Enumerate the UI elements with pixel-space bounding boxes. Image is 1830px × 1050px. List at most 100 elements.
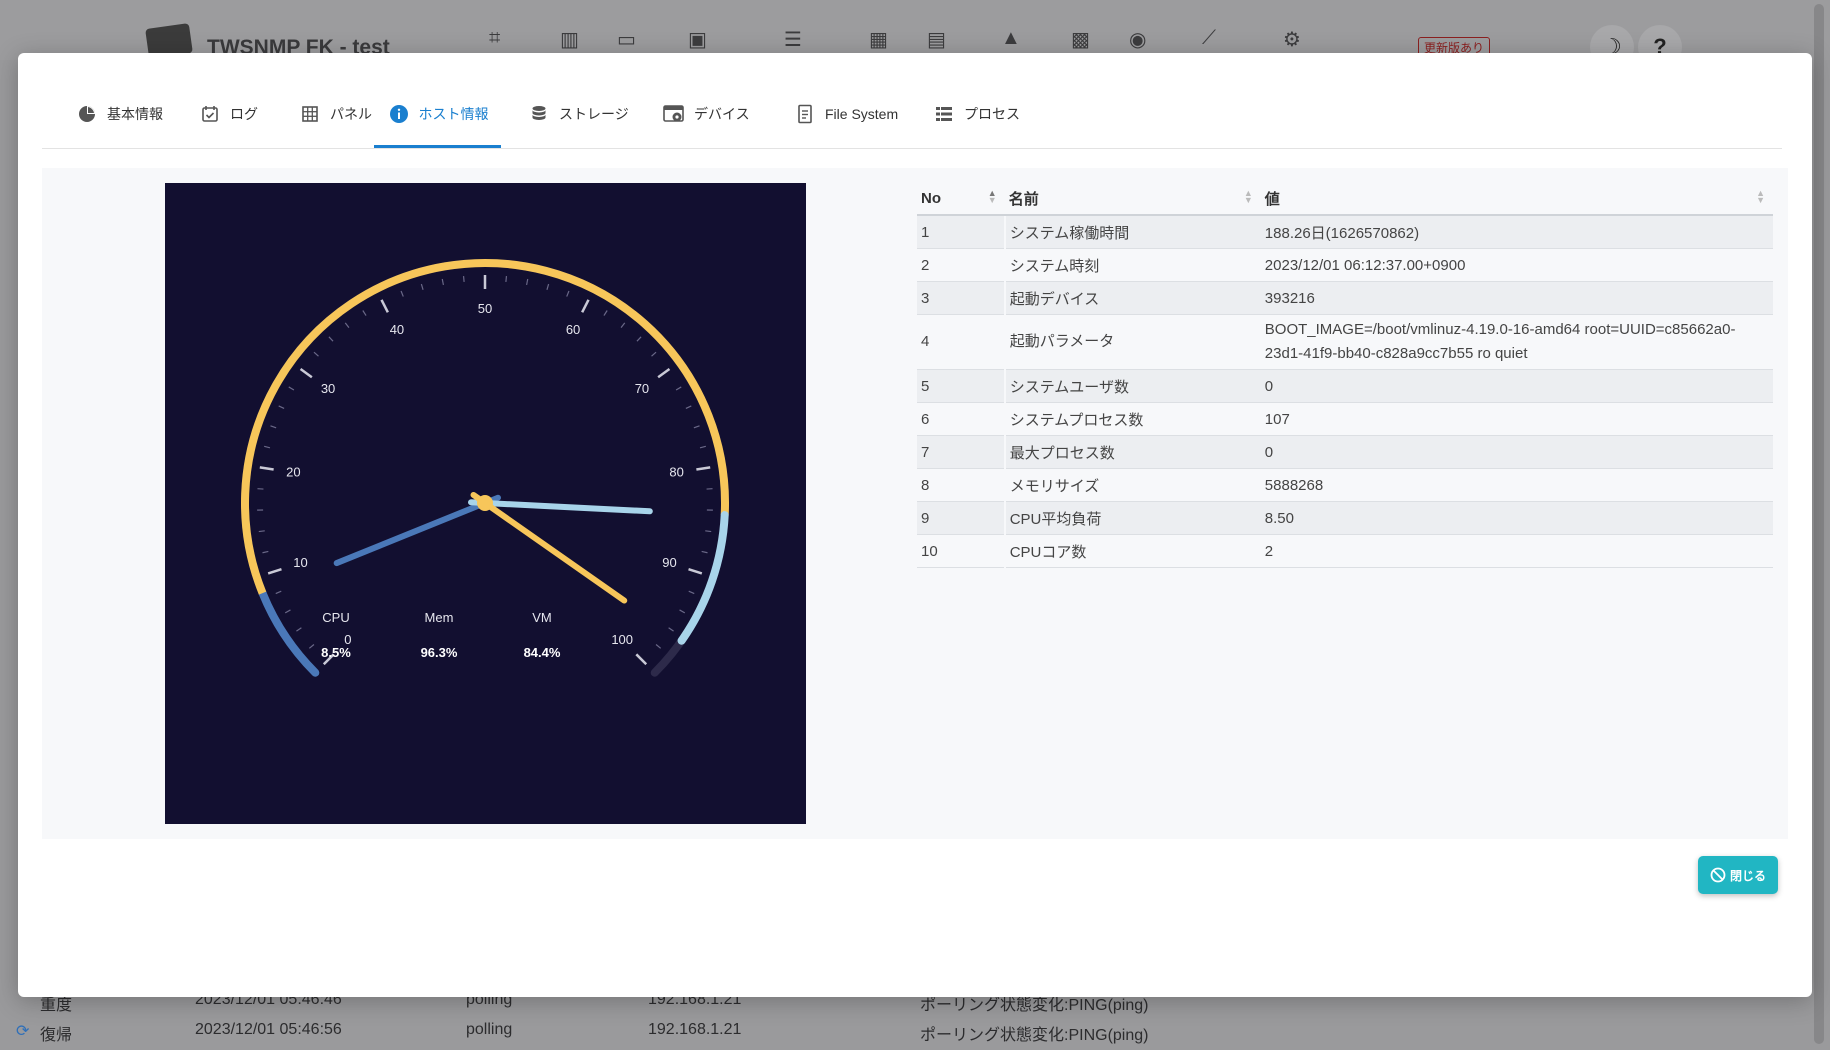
table-row: 5 システムユーザ数 0 [917,369,1773,403]
database-icon [527,105,551,123]
cell-no: 5 [917,369,1006,403]
cell-name: メモリサイズ [1004,468,1261,502]
gauge-tick [328,336,334,342]
tab-panel[interactable]: パネル [298,81,372,147]
gauge-tick-label: 10 [293,555,307,570]
log-ip: 192.168.1.21 [648,1021,742,1038]
cell-name: CPU平均負荷 [1004,501,1261,535]
gauge-tick [296,627,302,632]
column-header-no[interactable]: No ▲ ▼ [917,182,1005,216]
tab-basic-info[interactable]: 基本情報 [75,81,163,147]
cell-value: 188.26日(1626570862) [1260,215,1773,249]
cell-no: 9 [917,501,1006,535]
device-check-icon[interactable]: ▣ [688,27,707,52]
gear-icon[interactable]: ⚙ [1283,27,1301,52]
header-label: 値 [1264,190,1280,208]
log-state: 復帰 [40,1027,73,1044]
checklist-icon[interactable]: ☰ [784,27,802,52]
table-header-row: No ▲ ▼ 名前 ▲ ▼ 値 ▲ ▼ [917,182,1773,216]
cell-value: 2023/12/01 06:12:37.00+0900 [1260,248,1773,282]
gauge-tick [308,644,315,649]
grid-icon [298,105,322,123]
cell-value: 107 [1260,402,1773,436]
close-button[interactable]: 閉じる [1698,856,1778,894]
chart-line-icon[interactable]: ⟋ [1202,27,1216,50]
ban-icon [1710,867,1726,883]
gauge-tick [526,278,529,286]
gauge-tick [668,627,674,632]
column-header-name[interactable]: 名前 ▲ ▼ [1004,182,1261,216]
table-row: 2 システム時刻 2023/12/01 06:12:37.00+0900 [917,248,1773,282]
gauge-tick [581,299,590,313]
series-name-label: Mem [425,610,454,625]
gauge-tick [344,322,350,328]
tab-label: プロセス [964,106,1020,122]
refresh-icon: ⟳ [16,1023,30,1040]
gauge-tick-label: 30 [321,381,335,396]
column-header-value[interactable]: 値 ▲ ▼ [1260,182,1773,216]
cell-name: システムユーザ数 [1004,369,1261,403]
pie-chart-icon [75,105,99,123]
gauge-tick [685,405,692,410]
cell-value: 393216 [1260,281,1773,315]
sort-icon[interactable]: ▲ ▼ [1244,189,1253,205]
gauge-tick-label: 40 [390,322,404,337]
table-row: 7 最大プロセス数 0 [917,435,1773,469]
gauge-tick [688,590,695,595]
network-map-icon[interactable]: ⌗ [489,27,500,50]
cpu-band [258,589,320,677]
gauge-chart: 0102030405060708090100CPU8.5%Mem96.3%VM8… [241,259,729,677]
gauge-tick [701,550,708,554]
series-name-label: CPU [322,610,349,625]
gauge-tick [603,310,608,316]
calendar-icon[interactable]: ▤ [927,27,946,52]
gauge-tick [258,530,265,533]
table-row: 6 システムプロセス数 107 [917,402,1773,436]
cell-no: 3 [917,281,1006,315]
gauge-tick [657,367,671,379]
cell-name: 最大プロセス数 [1004,435,1261,469]
laptop-icon[interactable]: ▭ [617,27,636,52]
cell-value: 0 [1260,435,1773,469]
cell-value: 5888268 [1260,468,1773,502]
gauge-tick-label: 60 [566,322,580,337]
sort-icon[interactable]: ▲ ▼ [988,189,997,205]
tab-file-system[interactable]: File System [793,81,898,147]
gauge-tick [264,445,271,449]
cell-name: システム稼働時間 [1004,215,1261,249]
tab-log[interactable]: ログ [198,81,258,147]
series-value-label: 96.3% [421,645,458,660]
map-icon[interactable]: ▥ [560,27,579,52]
resource-gauge: 0 10 20 30 40 50 60 70 80 90 100 CPU 8.5% Mem 96.3% VM 8… [165,183,806,824]
page-scrollbar[interactable] [1814,4,1824,1044]
sort-icon[interactable]: ▲ ▼ [1756,189,1765,205]
tab-device[interactable]: デバイス [662,81,750,147]
tab-label: ログ [230,106,258,122]
header-label: No [921,189,941,207]
cpu-needle [333,494,501,567]
alert-icon[interactable]: ▲ [1001,27,1021,50]
tab-process[interactable]: プロセス [932,81,1020,147]
gauge-hub [477,495,493,511]
tab-host-info[interactable]: ホスト情報 [374,81,501,148]
gauge-tick [441,278,444,286]
calendar-check-icon[interactable]: ▦ [869,27,888,52]
gauge-tick [267,567,282,575]
table-row: 9 CPU平均負荷 8.50 [917,501,1773,535]
gauge-tick [566,290,570,297]
table-row: 10 CPUコア数 2 [917,534,1773,568]
cell-value: 2 [1260,534,1773,568]
monitor-icon[interactable]: ▩ [1071,27,1090,52]
gauge-tick-label: 100 [611,632,633,647]
series-value-label: 84.4% [524,645,561,660]
gauge-tick [679,609,686,614]
palette-icon[interactable]: ◉ [1129,27,1146,52]
cell-name: 起動デバイス [1004,281,1261,315]
tab-storage[interactable]: ストレージ [527,81,629,147]
host-info-table: No ▲ ▼ 名前 ▲ ▼ 値 ▲ ▼ 1 システム稼働時間 188.26日(1626570… [917,182,1773,568]
gauge-track [241,259,729,677]
gauge-tick [313,351,319,357]
gauge-tick [620,322,626,328]
header-label: 名前 [1008,190,1039,208]
cell-no: 6 [917,402,1006,436]
